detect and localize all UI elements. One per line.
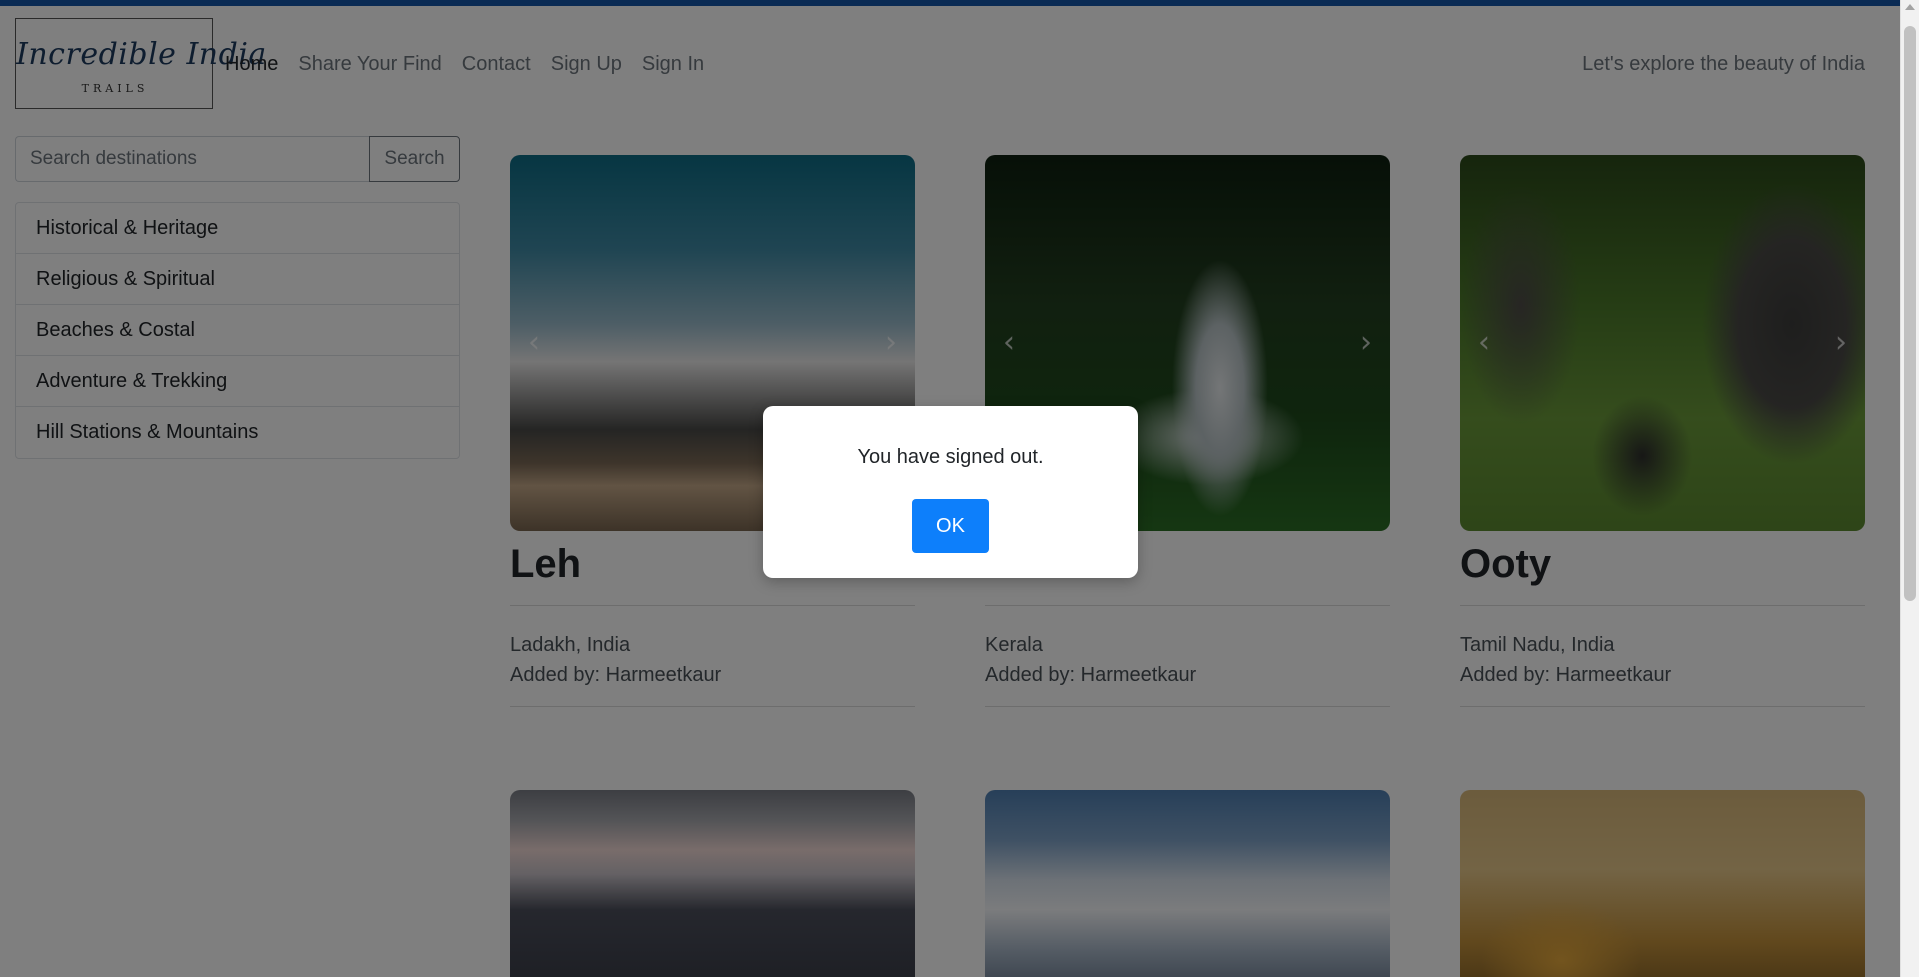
- scrollbar-thumb[interactable]: [1904, 26, 1916, 601]
- signed-out-dialog: You have signed out. OK: [763, 406, 1138, 578]
- ok-button[interactable]: OK: [912, 499, 989, 553]
- scroll-up-arrow-icon[interactable]: [1905, 4, 1915, 10]
- dialog-message: You have signed out.: [857, 446, 1044, 468]
- page-scrollbar[interactable]: [1900, 0, 1919, 977]
